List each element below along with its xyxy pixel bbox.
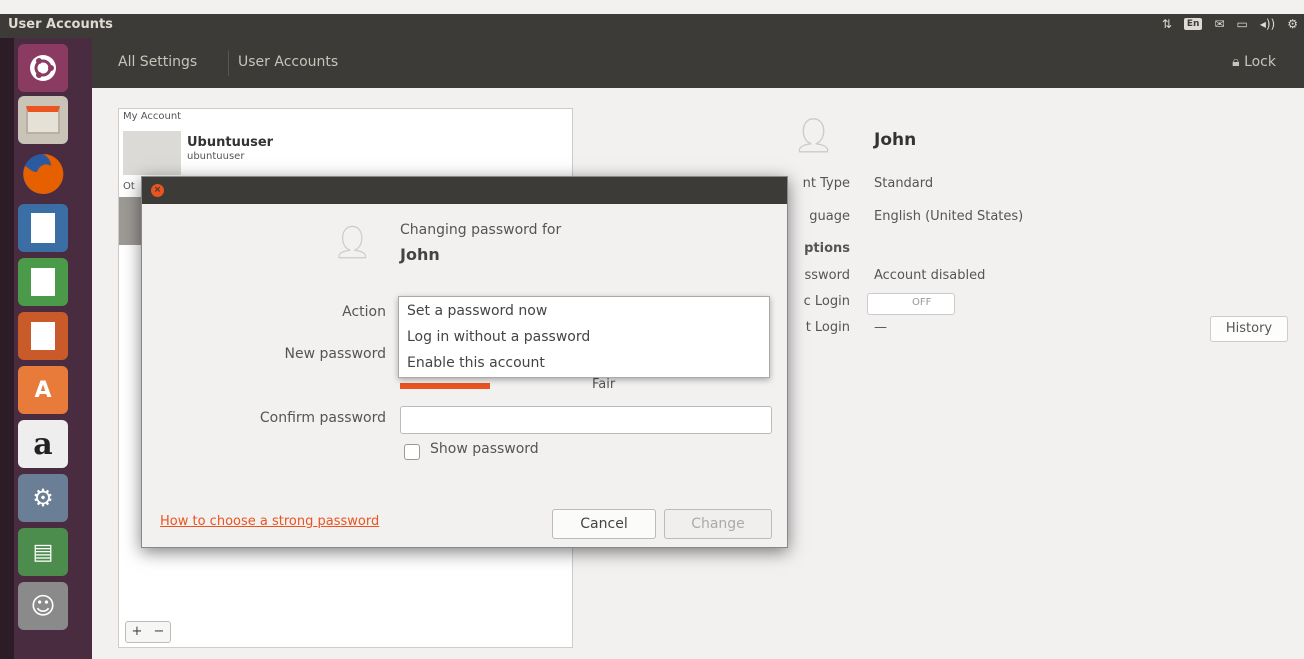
dialog-user-name: John: [400, 245, 440, 264]
dialog-heading: Changing password for: [400, 222, 562, 238]
breadcrumb-user-accounts[interactable]: User Accounts: [238, 54, 338, 70]
history-button[interactable]: History: [1210, 316, 1288, 342]
confirm-password-label: Confirm password: [259, 410, 386, 426]
firefox-logo-icon: [23, 153, 64, 194]
box-icon: ▤: [32, 539, 54, 565]
password-value[interactable]: Account disabled: [874, 268, 985, 283]
ubuntu-logo-icon: [30, 55, 56, 81]
user-list-buttons: + −: [125, 621, 171, 643]
amazon-icon[interactable]: a: [18, 420, 68, 468]
language-value[interactable]: English (United States): [874, 209, 1023, 224]
user-name[interactable]: Ubuntuuser: [187, 135, 273, 150]
lock-button[interactable]: 🔒︎ Lock: [1232, 54, 1276, 70]
firefox-icon[interactable]: [18, 150, 68, 198]
system-settings-icon[interactable]: ☺: [18, 582, 68, 630]
launcher: A a ⚙ ▤ ☺: [0, 38, 92, 659]
automatic-login-toggle[interactable]: OFF: [867, 293, 955, 315]
keyboard-layout-indicator[interactable]: En: [1183, 18, 1203, 30]
add-user-button[interactable]: +: [126, 622, 148, 642]
ubuntu-dash-icon[interactable]: [18, 44, 68, 92]
cancel-button[interactable]: Cancel: [552, 509, 656, 539]
settings-header: All Settings User Accounts 🔒︎ Lock: [92, 38, 1304, 88]
drawer-icon: [26, 106, 60, 134]
action-option-enable-account[interactable]: Enable this account: [407, 355, 545, 371]
breadcrumb-separator: [228, 50, 229, 76]
files-icon[interactable]: [18, 96, 68, 144]
lock-label: Lock: [1244, 54, 1276, 70]
user-display-name[interactable]: John: [874, 130, 916, 150]
strong-password-help-link[interactable]: How to choose a strong password: [160, 514, 379, 529]
close-icon[interactable]: ×: [151, 184, 164, 197]
user-login: ubuntuuser: [187, 151, 245, 162]
account-type-value[interactable]: Standard: [874, 176, 933, 191]
confirm-password-field[interactable]: [400, 406, 772, 434]
password-strength-bar: [400, 383, 490, 389]
launcher-strip: [0, 38, 14, 659]
shopping-bag-icon: A: [34, 377, 52, 403]
amazon-logo-icon: a: [33, 426, 53, 462]
app-icon[interactable]: ▤: [18, 528, 68, 576]
action-dropdown-menu: Set a password now Log in without a pass…: [398, 296, 770, 378]
lock-icon: 🔒︎: [1232, 54, 1240, 70]
window-title: User Accounts: [8, 17, 113, 32]
document-icon: [29, 211, 57, 245]
breadcrumb-all-settings[interactable]: All Settings: [118, 54, 197, 70]
change-button[interactable]: Change: [664, 509, 772, 539]
users-icon: ☺: [30, 592, 56, 620]
calc-icon[interactable]: [18, 258, 68, 306]
wrench-icon: ⚙: [32, 484, 54, 512]
dialog-titlebar: ×: [142, 177, 787, 204]
last-login-value: —: [874, 320, 887, 335]
new-password-label: New password: [284, 346, 386, 362]
action-option-login-without-password[interactable]: Log in without a password: [407, 329, 590, 345]
indicator-area: ⇅ En ✉ ▭ ◂)) ⚙: [1162, 17, 1298, 31]
password-strength-text: Fair: [592, 377, 616, 392]
show-password-checkbox[interactable]: [404, 444, 420, 460]
top-panel: User Accounts ⇅ En ✉ ▭ ◂)) ⚙: [0, 14, 1304, 38]
software-center-icon[interactable]: A: [18, 366, 68, 414]
battery-icon[interactable]: ▭: [1237, 17, 1248, 31]
my-account-header: My Account: [123, 111, 182, 122]
show-password-label[interactable]: Show password: [430, 441, 539, 457]
other-accounts-header: Ot: [123, 181, 135, 192]
user-avatar-icon: 👤︎: [332, 223, 373, 261]
spreadsheet-icon: [29, 266, 57, 298]
volume-icon[interactable]: ◂)): [1260, 17, 1275, 31]
gear-icon[interactable]: ⚙: [1287, 17, 1298, 31]
writer-icon[interactable]: [18, 204, 68, 252]
toggle-state: OFF: [912, 297, 932, 308]
mail-icon[interactable]: ✉: [1214, 17, 1224, 31]
network-icon[interactable]: ⇅: [1162, 17, 1172, 31]
settings-tools-icon[interactable]: ⚙: [18, 474, 68, 522]
action-label: Action: [342, 304, 386, 320]
action-option-set-password[interactable]: Set a password now: [407, 303, 547, 319]
remove-user-button[interactable]: −: [148, 622, 170, 642]
user-avatar-icon[interactable]: 👤︎: [792, 116, 835, 160]
presentation-icon: [29, 320, 57, 352]
impress-icon[interactable]: [18, 312, 68, 360]
desktop: User Accounts ⇅ En ✉ ▭ ◂)) ⚙ A a ⚙ ▤ ☺ A…: [0, 0, 1304, 659]
avatar[interactable]: [123, 131, 181, 175]
